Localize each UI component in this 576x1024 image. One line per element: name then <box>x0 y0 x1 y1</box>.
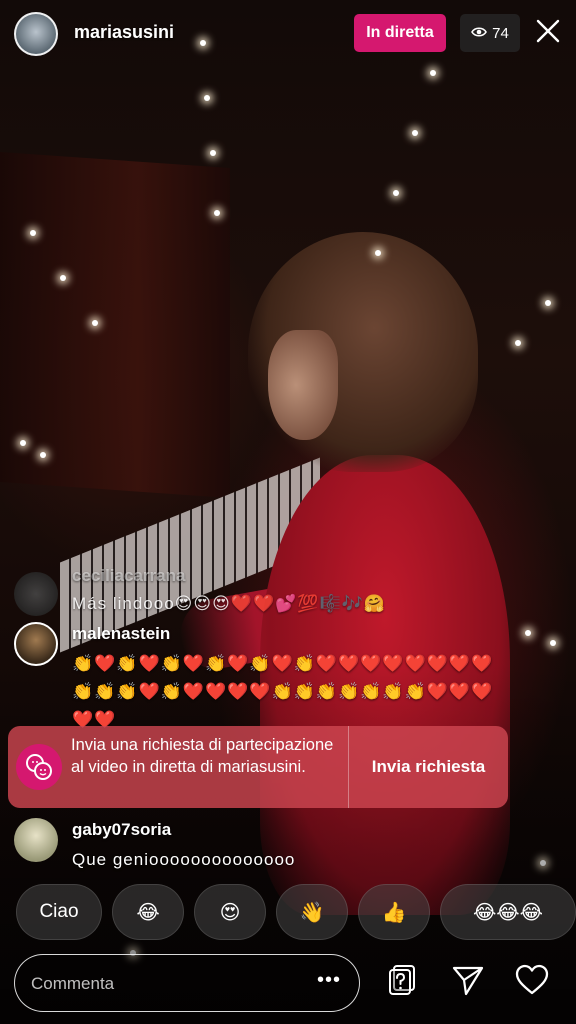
send-request-button[interactable]: Invia richiesta <box>349 726 508 808</box>
avatar[interactable] <box>14 818 58 862</box>
quick-reply-heart-eyes[interactable]: 😍 <box>194 884 266 940</box>
request-message: Invia una richiesta di partecipazione al… <box>71 736 334 776</box>
quick-replies: Ciao 😂 😍 👋 👍 😂😂😂 <box>0 884 576 942</box>
share-button[interactable] <box>448 962 488 1002</box>
comment-input[interactable] <box>29 955 303 1012</box>
quick-reply-thumbs-up[interactable]: 👍 <box>358 884 430 940</box>
quick-reply-wave[interactable]: 👋 <box>276 884 348 940</box>
viewer-count-badge[interactable]: 74 <box>460 14 520 52</box>
quick-reply-ciao[interactable]: Ciao <box>16 884 102 940</box>
comment-text: 👏❤️👏❤️👏❤️👏❤️👏❤️👏❤️❤️❤️❤️❤️❤️❤️❤️👏👏👏❤️👏❤️… <box>72 654 494 729</box>
comment-username[interactable]: malenastein <box>72 624 170 644</box>
comment-field[interactable]: ••• <box>14 954 360 1012</box>
close-icon <box>535 18 561 49</box>
viewer-count: 74 <box>492 24 509 42</box>
eye-icon <box>471 25 488 42</box>
comment-username[interactable]: ceciliacarrana <box>72 566 185 586</box>
avatar[interactable] <box>14 622 58 666</box>
question-button[interactable] <box>382 962 422 1002</box>
host-avatar[interactable] <box>14 12 58 56</box>
question-box-icon <box>385 963 419 1002</box>
quick-reply-laugh[interactable]: 😂 <box>112 884 184 940</box>
more-options-icon[interactable]: ••• <box>317 969 341 992</box>
quick-reply-triple-laugh[interactable]: 😂😂😂 <box>440 884 576 940</box>
live-header: mariasusini In diretta 74 <box>0 0 576 70</box>
close-button[interactable] <box>530 14 566 52</box>
like-button[interactable] <box>512 962 552 1002</box>
request-icon <box>16 744 62 790</box>
host-username[interactable]: mariasusini <box>74 22 174 43</box>
live-badge: In diretta <box>354 14 446 52</box>
comment-text: Más lindooo😍😍😍❤️❤️💕💯🎼🎶🤗 <box>72 594 387 613</box>
heart-icon <box>515 964 549 1001</box>
join-request-card: Invia una richiesta di partecipazione al… <box>8 726 508 808</box>
send-icon <box>451 963 485 1002</box>
comment-username[interactable]: gaby07soria <box>72 820 171 840</box>
avatar[interactable] <box>14 572 58 616</box>
comment-text: Que genioooooooooooooo <box>72 850 296 869</box>
